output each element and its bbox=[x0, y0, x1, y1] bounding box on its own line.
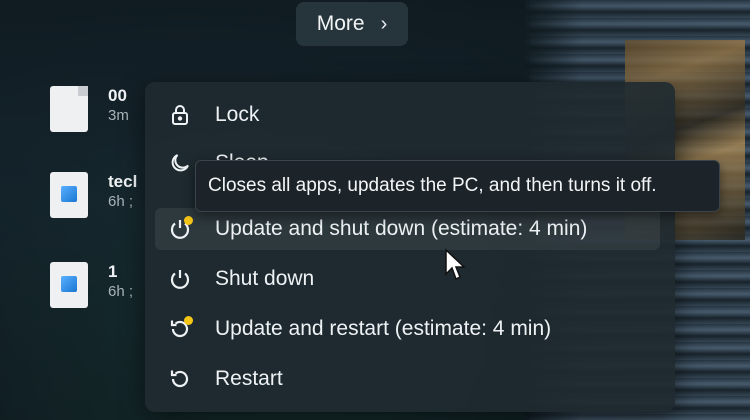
more-button-label: More bbox=[316, 12, 365, 35]
lock-icon bbox=[167, 102, 193, 128]
more-button[interactable]: More › bbox=[296, 2, 408, 46]
recent-file-time: 6h ; bbox=[108, 193, 134, 210]
restart-update-icon bbox=[167, 316, 193, 342]
recent-file-item[interactable]: 1 6h ; bbox=[50, 262, 133, 308]
menu-item-label: Lock bbox=[215, 103, 260, 126]
menu-item-label: Restart bbox=[215, 367, 283, 390]
menu-item-update-and-shut-down[interactable]: Update and shut down (estimate: 4 min) bbox=[155, 208, 660, 250]
mouse-cursor-icon bbox=[444, 248, 466, 282]
document-icon bbox=[50, 86, 88, 132]
screen: More › 00 3m tecl 6h ; 1 6h ; Lock Updat… bbox=[0, 0, 750, 420]
tooltip: Closes all apps, updates the PC, and the… bbox=[195, 160, 720, 212]
update-badge-icon bbox=[184, 216, 193, 225]
menu-item-label: Shut down bbox=[215, 267, 315, 290]
menu-item-shut-down[interactable]: Shut down bbox=[155, 258, 660, 300]
recent-file-time: 6h ; bbox=[108, 283, 134, 300]
restart-icon bbox=[167, 366, 193, 392]
menu-item-update-and-restart[interactable]: Update and restart (estimate: 4 min) bbox=[155, 308, 660, 350]
recent-file-item[interactable]: tecl 6h ; bbox=[50, 172, 137, 218]
power-menu: Lock Sleep Update and shut down (estimat… bbox=[145, 82, 675, 412]
menu-item-label: Update and restart (estimate: 4 min) bbox=[215, 317, 552, 340]
chevron-right-icon: › bbox=[380, 12, 388, 35]
recent-file-time: 3m bbox=[108, 107, 129, 124]
recent-file-name: 00 bbox=[108, 86, 127, 105]
recent-file-name: 1 bbox=[108, 262, 118, 281]
menu-item-restart[interactable]: Restart bbox=[155, 358, 660, 400]
power-update-icon bbox=[167, 216, 193, 242]
power-icon bbox=[167, 266, 193, 292]
menu-item-lock[interactable]: Lock bbox=[155, 94, 660, 136]
tooltip-text: Closes all apps, updates the PC, and the… bbox=[208, 175, 657, 196]
image-file-icon bbox=[50, 172, 88, 218]
image-file-icon bbox=[50, 262, 88, 308]
recent-file-item[interactable]: 00 3m bbox=[50, 86, 129, 132]
moon-icon bbox=[167, 150, 193, 176]
update-badge-icon bbox=[184, 316, 193, 325]
menu-item-label: Update and shut down (estimate: 4 min) bbox=[215, 217, 588, 240]
recent-file-name: tecl bbox=[108, 172, 138, 191]
